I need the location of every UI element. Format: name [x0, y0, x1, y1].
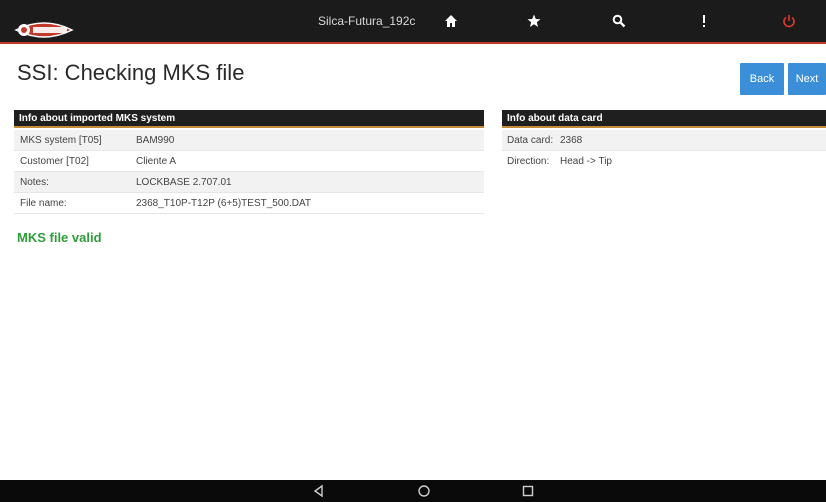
- row-value: BAM990: [136, 135, 175, 146]
- row-label: Direction:: [507, 156, 550, 167]
- mks-panel-header: Info about imported MKS system: [14, 110, 484, 128]
- row-value: 2368_T10P-T12P (6+5)TEST_500.DAT: [136, 198, 311, 209]
- table-row: Notes: LOCKBASE 2.707.01: [14, 172, 484, 193]
- search-icon[interactable]: [609, 11, 629, 31]
- page-title: SSI: Checking MKS file: [17, 60, 245, 85]
- device-name: Silca-Futura_192c: [318, 14, 416, 28]
- next-button[interactable]: Next: [788, 63, 826, 95]
- more-vertical-icon[interactable]: [694, 11, 714, 31]
- top-bar: Silca-Futura_192c: [0, 0, 826, 44]
- home-icon[interactable]: [441, 11, 461, 31]
- table-row: Data card: 2368: [502, 130, 826, 151]
- row-label: Notes:: [20, 177, 49, 188]
- table-row: MKS system [T05] BAM990: [14, 130, 484, 151]
- card-panel-header: Info about data card: [502, 110, 826, 128]
- system-nav-bar: [0, 480, 826, 502]
- row-value: Head -> Tip: [560, 156, 612, 167]
- power-icon[interactable]: [779, 11, 799, 31]
- row-value: 2368: [560, 135, 583, 146]
- home-circle-icon[interactable]: [416, 483, 432, 499]
- star-icon[interactable]: [524, 11, 544, 31]
- row-label: Data card:: [507, 135, 554, 146]
- back-button[interactable]: Back: [740, 63, 784, 95]
- table-row: File name: 2368_T10P-T12P (6+5)TEST_500.…: [14, 193, 484, 214]
- row-label: File name:: [20, 198, 67, 209]
- row-value: Cliente A: [136, 156, 177, 167]
- table-row: Customer [T02] Cliente A: [14, 151, 484, 172]
- row-label: Customer [T02]: [20, 156, 89, 167]
- silca-logo: [14, 22, 74, 38]
- table-row: Direction: Head -> Tip: [502, 151, 826, 172]
- mks-valid-status: MKS file valid: [17, 230, 102, 245]
- row-label: MKS system [T05]: [20, 135, 102, 146]
- back-triangle-icon[interactable]: [311, 483, 327, 499]
- row-value: LOCKBASE 2.707.01: [136, 177, 232, 188]
- recents-square-icon[interactable]: [520, 483, 536, 499]
